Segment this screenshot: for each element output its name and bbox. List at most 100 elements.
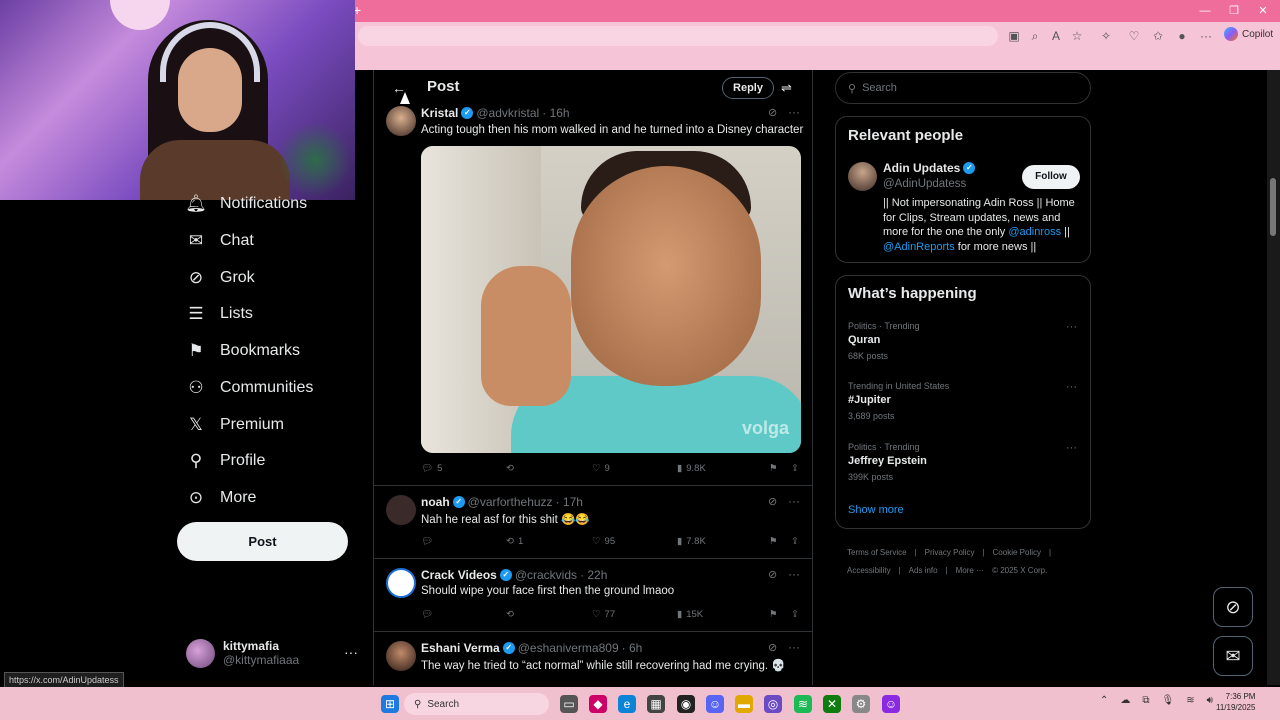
sidebar-item-communities[interactable]: ⚇ Communities [186, 378, 313, 398]
footer-link[interactable]: More ··· [956, 566, 984, 575]
reply-author[interactable]: Eshani Verma ✓ @eshaniverma809 · 6h [421, 641, 642, 655]
search-input[interactable]: ⚲ Search [835, 72, 1091, 104]
more-icon[interactable]: ··· [788, 567, 800, 581]
menu-icon[interactable]: ··· [1198, 28, 1214, 44]
bookmark-icon[interactable]: ⚑ [769, 463, 791, 474]
edge-icon[interactable]: e [618, 695, 636, 713]
trend-name[interactable]: Jeffrey Epstein [848, 455, 927, 467]
bio-link[interactable]: @adinross [1008, 226, 1061, 238]
avatar[interactable] [386, 106, 416, 136]
avatar[interactable] [848, 162, 877, 191]
like-action[interactable]: ♡ 9 [592, 463, 677, 474]
more-icon[interactable]: ··· [1066, 381, 1077, 393]
grok-icon[interactable]: ⊘ [768, 641, 777, 654]
maximize-button[interactable]: ❐ [1224, 3, 1244, 19]
person-name[interactable]: Adin Updates ✓ [883, 161, 976, 175]
sidebar-item-notifications[interactable]: 🔔︎ Notifications [185, 194, 307, 214]
sidebar-item-chat[interactable]: ✉ Chat [186, 231, 254, 251]
avatar[interactable] [386, 495, 416, 525]
microphone-icon[interactable]: 🎙︎ [1162, 695, 1175, 706]
grok-icon[interactable]: ⊘ [768, 568, 777, 581]
scrollbar-thumb[interactable] [1270, 178, 1276, 236]
post-author[interactable]: Kristal ✓ @advkristal · 16h [421, 106, 570, 120]
repost-action[interactable]: ⟲ 1 [506, 536, 592, 547]
windows-start-icon[interactable]: ⊞ [381, 695, 399, 713]
footer-link[interactable]: Ads info [909, 566, 938, 575]
reply-action[interactable]: 💬︎ 5 [421, 463, 506, 474]
read-aloud-icon[interactable]: A [1048, 28, 1064, 44]
browser-essentials-icon[interactable]: ♡ [1126, 28, 1142, 44]
app-icon[interactable]: ◉ [677, 695, 695, 713]
reply-author[interactable]: Crack Videos ✓ @crackvids · 22h [421, 568, 607, 582]
task-view-icon[interactable]: ▭ [560, 695, 578, 713]
bookmark-icon[interactable]: ⚑ [769, 536, 791, 547]
app-icon[interactable]: ◎ [764, 695, 782, 713]
views-action[interactable]: ▮ 15K [677, 609, 769, 620]
discord-icon[interactable]: ☺ [706, 695, 724, 713]
share-icon[interactable]: ⇪ [791, 609, 799, 620]
sidebar-item-lists[interactable]: ☰ Lists [186, 304, 253, 324]
profile-icon[interactable]: ● [1174, 28, 1190, 44]
cloud-icon[interactable]: ☁ [1120, 695, 1130, 706]
reply-action[interactable]: 💬︎ [421, 536, 506, 547]
reply-button[interactable]: Reply [722, 77, 774, 99]
reply-action[interactable]: 💬︎ [421, 609, 506, 620]
xbox-icon[interactable]: ✕ [823, 695, 841, 713]
taskbar-search[interactable]: ⚲ Search [404, 693, 549, 715]
more-icon[interactable]: ··· [788, 640, 800, 654]
like-action[interactable]: ♡ 95 [592, 536, 677, 547]
sidebar-item-profile[interactable]: ⚲ Profile [186, 451, 266, 471]
footer-link[interactable]: Privacy Policy [925, 548, 975, 557]
sidebar-item-more[interactable]: ⊙ More [186, 488, 257, 508]
bio-link[interactable]: @AdinReports [883, 241, 955, 253]
grok-icon[interactable]: ⊘ [1213, 587, 1253, 627]
mail-icon[interactable]: ✉ [1213, 636, 1253, 676]
tab-action-icon[interactable]: ▣ [1006, 28, 1022, 44]
app-icon[interactable]: ☺ [882, 695, 900, 713]
address-bar[interactable] [358, 26, 998, 46]
settings-icon[interactable]: ⚙ [852, 695, 870, 713]
more-icon[interactable]: ··· [1066, 321, 1077, 333]
follow-button[interactable]: Follow [1022, 165, 1080, 189]
share-icon[interactable]: ⇪ [791, 536, 799, 547]
grok-icon[interactable]: ⊘ [768, 106, 777, 119]
like-action[interactable]: ♡ 77 [592, 609, 677, 620]
store-icon[interactable]: ▦ [647, 695, 665, 713]
person-handle[interactable]: @AdinUpdatess [883, 178, 966, 190]
app-icon[interactable]: ◆ [589, 695, 607, 713]
trend-name[interactable]: Quran [848, 334, 880, 346]
taskbar-clock[interactable]: 7:36 PM 11/19/2025 [1216, 691, 1255, 713]
zoom-icon[interactable]: ⌕ [1027, 28, 1043, 44]
close-window-button[interactable]: ✕ [1253, 3, 1273, 19]
footer-link[interactable]: Terms of Service [847, 548, 907, 557]
avatar[interactable] [386, 568, 416, 598]
avatar[interactable] [386, 641, 416, 671]
filter-icon[interactable]: ⇌ [781, 80, 792, 96]
share-icon[interactable]: ⇪ [791, 463, 799, 474]
reply-author[interactable]: noah ✓ @varforthehuzz · 17h [421, 495, 583, 509]
chevron-up-icon[interactable]: ⌃ [1100, 695, 1108, 706]
footer-link[interactable]: Accessibility [847, 566, 891, 575]
more-icon[interactable]: ··· [1066, 442, 1077, 454]
wifi-icon[interactable]: ≋ [1186, 695, 1194, 706]
views-action[interactable]: ▮ 9.8K [677, 463, 769, 474]
folder-icon[interactable]: ▬ [735, 695, 753, 713]
more-icon[interactable]: ··· [344, 644, 358, 660]
sidebar-item-premium[interactable]: 𝕏 Premium [186, 415, 284, 435]
network-icon[interactable]: ⧉ [1142, 695, 1149, 706]
footer-link[interactable]: Cookie Policy [993, 548, 1041, 557]
favorites-icon[interactable]: ✩ [1150, 28, 1166, 44]
favorite-icon[interactable]: ☆ [1069, 28, 1085, 44]
copilot-button[interactable]: Copilot [1224, 27, 1273, 41]
post-button[interactable]: Post [177, 522, 348, 561]
post-media[interactable]: volga [421, 146, 801, 453]
trend-name[interactable]: #Jupiter [848, 394, 891, 406]
more-icon[interactable]: ··· [788, 494, 800, 508]
extensions-icon[interactable]: ✧ [1098, 28, 1114, 44]
grok-icon[interactable]: ⊘ [768, 495, 777, 508]
minimize-button[interactable]: — [1195, 3, 1215, 19]
repost-action[interactable]: ⟲ [506, 463, 592, 474]
account-switcher[interactable]: kittymafia @kittymafiaaa [186, 636, 366, 670]
show-more-link[interactable]: Show more [848, 504, 904, 516]
more-icon[interactable]: ··· [788, 105, 800, 119]
